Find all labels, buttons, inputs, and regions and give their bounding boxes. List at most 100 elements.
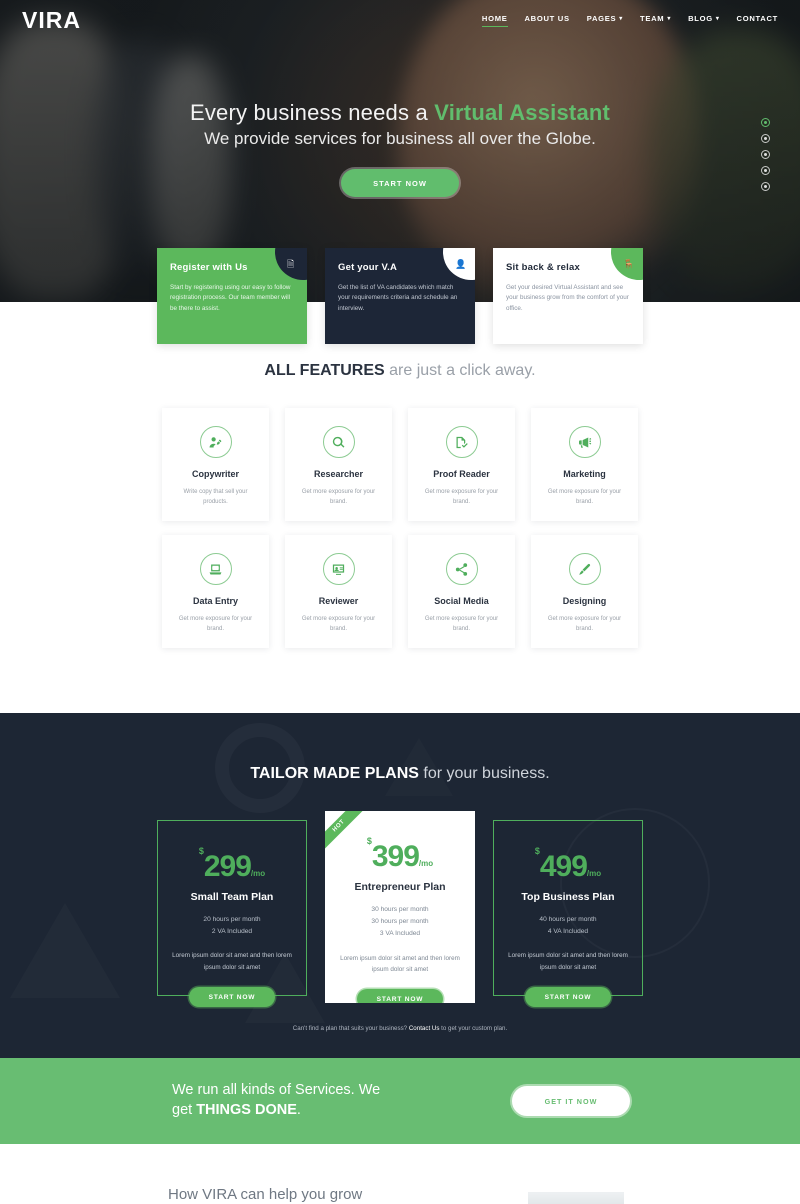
price-period: /mo [418,859,434,868]
plan-card-top-business[interactable]: $499/mo Top Business Plan 40 hours per m… [493,820,643,1008]
feature-name: Marketing [563,469,606,479]
feature-name: Researcher [313,469,364,479]
feature-card-proof-reader[interactable]: Proof Reader Get more exposure for your … [408,408,515,521]
feature-card-marketing[interactable]: Marketing Get more exposure for your bra… [531,408,638,521]
contact-us-link[interactable]: Contact Us [409,1025,440,1032]
pricing-content: TAILOR MADE PLANS for your business. $29… [0,713,800,1032]
laptop-code-icon [199,553,232,585]
plan-price: $499/mo [507,847,629,882]
get-it-now-button[interactable]: GET IT NOW [512,1086,630,1116]
nav-item-pages[interactable]: PAGES ▾ [587,14,623,26]
step-title: Get your V.A [338,262,398,273]
site-logo[interactable]: VIRA [22,7,81,34]
feature-description: Get more exposure for your brand. [301,616,376,633]
nav-item-team[interactable]: TEAM ▾ [640,14,671,26]
pricing-heading: TAILOR MADE PLANS for your business. [0,765,800,783]
nav-item-label: CONTACT [736,14,778,23]
megaphone-icon [568,426,601,458]
plan-start-now-button[interactable]: START NOW [189,987,275,1008]
feature-description: Get more exposure for your brand. [301,489,376,506]
feature-name: Designing [562,596,607,606]
feature-card-data-entry[interactable]: Data Entry Get more exposure for your br… [162,535,269,648]
nav-item-blog[interactable]: BLOG ▾ [688,14,719,26]
features-heading-bold: ALL FEATURES [264,362,385,379]
step-title: Register with Us [170,262,248,273]
plan-start-now-button[interactable]: START NOW [525,987,611,1008]
price-amount: 299 [203,850,252,883]
step-description: Get your desired Virtual Assistant and s… [506,284,629,312]
features-row-2: Data Entry Get more exposure for your br… [0,535,800,648]
chevron-down-icon: ▾ [619,15,624,22]
feature-card-researcher[interactable]: Researcher Get more exposure for your br… [285,408,392,521]
document-glyph: 🗎 [287,259,295,269]
hero-start-now-button[interactable]: START NOW [341,169,459,197]
pricing-heading-rest: for your business. [418,765,550,782]
plan-name: Top Business Plan [521,891,615,903]
paint-brush-icon [568,553,601,585]
nav-item-label: PAGES [586,14,617,23]
feature-description: Write copy that sell your products. [183,489,248,506]
cta-line-2-end: . [296,1102,301,1118]
user-glyph: 👤 [455,259,467,269]
user-badge-icon: 👤 [443,248,475,280]
nav-item-about-us[interactable]: ABOUT US [525,14,570,26]
step-description: Start by registering using our easy to f… [170,284,291,312]
plan-features: 40 hours per month 4 VA Included [539,916,597,936]
plan-card-small-team[interactable]: $299/mo Small Team Plan 20 hours per mon… [157,820,307,1008]
nav-item-home[interactable]: HOME [481,14,508,27]
nav-menu: HOME ABOUT US PAGES ▾ TEAM ▾ BLOG ▾ CONT… [481,14,778,27]
feature-name: Copywriter [191,469,239,479]
feature-card-reviewer[interactable]: Reviewer Get more exposure for your bran… [285,535,392,648]
chair-glyph: 🪑 [623,259,635,269]
slide-dot-5[interactable] [761,182,770,191]
feature-card-copywriter[interactable]: Copywriter Write copy that sell your pro… [162,408,269,521]
slide-dot-1[interactable] [761,118,770,127]
price-amount: 399 [371,840,420,873]
plan-price: $299/mo [171,847,293,882]
chair-icon: 🪑 [611,248,643,280]
plan-features: 20 hours per month 2 VA Included [203,916,261,936]
pricing-custom-note: Can't find a plan that suits your busine… [0,1025,800,1032]
hero-title: Every business needs a Virtual Assistant [0,100,800,126]
plan-card-entrepreneur[interactable]: HOT $399/mo Entrepreneur Plan 30 hours p… [325,811,475,1003]
plan-name: Entrepreneur Plan [354,881,446,893]
slide-dot-3[interactable] [761,150,770,159]
feature-card-social-media[interactable]: Social Media Get more exposure for your … [408,535,515,648]
note-before: Can't find a plan that suits your busine… [292,1025,409,1032]
plan-price: $399/mo [338,837,462,872]
nav-item-label: HOME [481,14,508,23]
cta-text: We run all kinds of Services. We get THI… [172,1081,407,1120]
feature-name: Proof Reader [433,469,490,479]
slide-dot-4[interactable] [761,166,770,175]
plan-note: Lorem ipsum dolor sit amet and then lore… [508,952,628,971]
bottom-media-placeholder [528,1192,624,1204]
pricing-plans: $299/mo Small Team Plan 20 hours per mon… [0,811,800,1008]
plan-features: 30 hours per month 30 hours per month 3 VA… [371,906,429,938]
share-icon [445,553,478,585]
cta-line-1: We run all kinds of Services. We [172,1082,381,1099]
features-section: ALL FEATURES are just a click away. Copy… [0,362,800,662]
nav-item-contact[interactable]: CONTACT [737,14,778,26]
feature-description: Get more exposure for your brand. [547,489,622,506]
feature-card-designing[interactable]: Designing Get more exposure for your bra… [531,535,638,648]
step-card-register[interactable]: 🗎 Register with Us Start by registering … [157,248,307,344]
document-icon: 🗎 [275,248,307,280]
slide-dot-2[interactable] [761,134,770,143]
step-description: Get the list of VA candidates which matc… [338,284,458,312]
features-row-1: Copywriter Write copy that sell your pro… [0,408,800,521]
features-heading: ALL FEATURES are just a click away. [0,362,800,380]
pricing-heading-bold: TAILOR MADE PLANS [250,765,419,782]
step-card-get-va[interactable]: 👤 Get your V.A Get the list of VA candid… [325,248,475,344]
plan-start-now-button[interactable]: START NOW [357,989,443,1003]
step-card-relax[interactable]: 🪑 Sit back & relax Get your desired Virt… [493,248,643,344]
feature-description: Get more exposure for your brand. [424,616,499,633]
pricing-section: TAILOR MADE PLANS for your business. $29… [0,713,800,1058]
feature-description: Get more exposure for your brand. [547,616,622,633]
search-icon [322,426,355,458]
hero-title-plain: Every business needs a [189,100,435,125]
hero-subtitle: We provide services for business all ove… [204,129,596,148]
cta-line-2-bold: THINGS DONE [196,1102,297,1118]
landing-page: VIRA HOME ABOUT US PAGES ▾ TEAM ▾ BLOG ▾… [0,0,800,1204]
cta-banner: We run all kinds of Services. We get THI… [0,1058,800,1144]
price-period: /mo [250,869,266,878]
